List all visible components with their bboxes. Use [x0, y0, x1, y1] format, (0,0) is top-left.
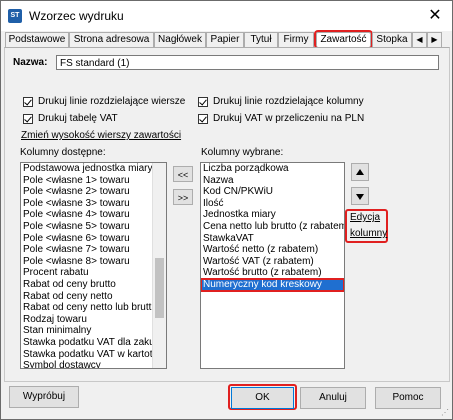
checkbox-vat-table[interactable]	[23, 114, 33, 124]
list-item-selected[interactable]: Numeryczny kod kreskowy	[201, 277, 344, 292]
move-down-button[interactable]	[351, 187, 369, 205]
list-item[interactable]: Pole <własne 8> towaru	[21, 256, 166, 268]
list-item[interactable]: Rodzaj towaru	[21, 314, 166, 326]
tab-tytul[interactable]: Tytuł	[244, 32, 278, 47]
list-item[interactable]: Stan minimalny	[21, 325, 166, 337]
list-item[interactable]: Rabat od ceny netto lub brutt	[21, 302, 166, 314]
checkbox-vat-pln-label: Drukuj VAT w przeliczeniu na PLN	[213, 113, 365, 124]
checkbox-vat-pln[interactable]	[198, 114, 208, 124]
checkbox-column-lines[interactable]	[198, 97, 208, 107]
list-item[interactable]: Cena netto lub brutto (z rabatem	[201, 221, 344, 233]
list-item[interactable]: Pole <własne 1> towaru	[21, 175, 166, 187]
tab-firmy[interactable]: Firmy	[278, 32, 314, 47]
list-item[interactable]: Podstawowa jednostka miary	[21, 163, 166, 175]
tab-zawartosc[interactable]: Zawartość	[314, 30, 373, 49]
list-item[interactable]: Rabat od ceny brutto	[21, 279, 166, 291]
list-item[interactable]: Rabat od ceny netto	[21, 291, 166, 303]
list-item[interactable]: Jednostka miary	[201, 209, 344, 221]
edit-columns-link-line2[interactable]: kolumny	[350, 228, 387, 239]
list-item[interactable]: Kod CN/PKWiU	[201, 186, 344, 198]
selected-columns-label: Kolumny wybrane:	[201, 147, 284, 158]
list-item[interactable]: Pole <własne 2> towaru	[21, 186, 166, 198]
remove-column-button[interactable]: <<	[173, 166, 193, 182]
help-button[interactable]: Pomoc	[375, 387, 441, 409]
window-app-icon: ST	[8, 9, 22, 23]
checkbox-row-lines[interactable]	[23, 97, 33, 107]
tab-strip: Podstawowe Strona adresowa Nagłówek Papi…	[5, 30, 451, 49]
available-scrollbar[interactable]	[152, 163, 166, 368]
list-item[interactable]: Stawka podatku VAT w kartot	[21, 349, 166, 361]
tab-naglowek[interactable]: Nagłówek	[154, 32, 206, 47]
cancel-button[interactable]: Anuluj	[300, 387, 366, 409]
available-columns-label: Kolumny dostępne:	[20, 147, 106, 158]
checkbox-row-lines-label: Drukuj linie rozdzielające wiersze	[38, 96, 186, 107]
preview-button[interactable]: Wypróbuj	[9, 386, 79, 408]
move-up-button[interactable]	[351, 163, 369, 181]
tab-papier[interactable]: Papier	[206, 32, 244, 47]
ok-button[interactable]: OK	[231, 387, 294, 409]
list-item[interactable]: Wartość netto (z rabatem)	[201, 244, 344, 256]
arrow-up-icon	[356, 169, 364, 175]
tab-scroll-left-button[interactable]: ◀	[412, 32, 427, 48]
available-items: Podstawowa jednostka miary Pole <własne …	[21, 163, 166, 368]
resize-grip-icon[interactable]: ⋰	[441, 408, 450, 417]
add-column-button[interactable]: >>	[173, 189, 193, 205]
selected-columns-list[interactable]: Liczba porządkowa Nazwa Kod CN/PKWiU Ilo…	[200, 162, 345, 369]
list-item[interactable]: Nazwa	[201, 175, 344, 187]
available-columns-list[interactable]: Podstawowa jednostka miary Pole <własne …	[20, 162, 167, 369]
list-item[interactable]: Wartość brutto (z rabatem)	[201, 267, 344, 279]
tab-strona-adresowa[interactable]: Strona adresowa	[69, 32, 154, 47]
list-item[interactable]: Ilość	[201, 198, 344, 210]
arrow-down-icon	[356, 194, 364, 200]
name-input[interactable]: FS standard (1)	[56, 55, 439, 70]
tab-scroll-right-button[interactable]: ▶	[427, 32, 442, 48]
scrollbar-thumb[interactable]	[155, 258, 164, 318]
checkbox-vat-table-label: Drukuj tabelę VAT	[38, 113, 118, 124]
change-row-height-link[interactable]: Zmień wysokość wierszy zawartości	[21, 130, 181, 141]
window-title: Wzorzec wydruku	[29, 9, 124, 23]
close-button[interactable]: ✕	[424, 5, 446, 27]
list-item[interactable]: Pole <własne 4> towaru	[21, 209, 166, 221]
list-item[interactable]: Wartość VAT (z rabatem)	[201, 256, 344, 268]
list-item[interactable]: Pole <własne 6> towaru	[21, 233, 166, 245]
list-item[interactable]: Procent rabatu	[21, 267, 166, 279]
tab-stopka[interactable]: Stopka	[372, 32, 412, 47]
list-item[interactable]: Pole <własne 3> towaru	[21, 198, 166, 210]
list-item[interactable]: Pole <własne 5> towaru	[21, 221, 166, 233]
list-item[interactable]: Stawka podatku VAT dla zaku	[21, 337, 166, 349]
checkbox-column-lines-label: Drukuj linie rozdzielające kolumny	[213, 96, 364, 107]
title-bar: ST Wzorzec wydruku ✕	[1, 1, 452, 31]
list-item[interactable]: StawkaVAT	[201, 233, 344, 245]
edit-columns-link-line1[interactable]: Edycja	[350, 212, 380, 223]
list-item[interactable]: Liczba porządkowa	[201, 163, 344, 175]
name-label: Nazwa:	[13, 57, 48, 68]
tab-podstawowe[interactable]: Podstawowe	[5, 32, 69, 47]
list-item[interactable]: Symbol dostawcy	[21, 360, 166, 368]
list-item[interactable]: Pole <własne 7> towaru	[21, 244, 166, 256]
